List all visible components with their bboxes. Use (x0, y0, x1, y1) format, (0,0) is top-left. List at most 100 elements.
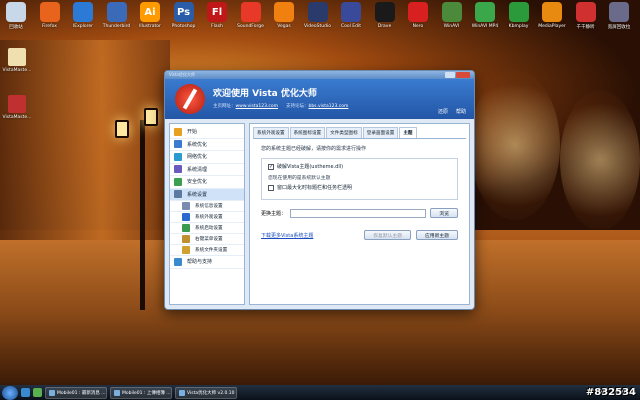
desktop-icon[interactable]: Drave (369, 0, 401, 36)
forum-url-link[interactable]: bbs.vista123.com (308, 104, 348, 109)
desktop-icon[interactable]: Cool Edit (335, 0, 367, 36)
download-themes-link[interactable]: 下载更多Vista系统主题 (261, 232, 313, 239)
tab[interactable]: 系统外观设置 (253, 127, 289, 138)
sidebar-item[interactable]: 系统清理 (170, 164, 244, 176)
taskbar-button[interactable]: Vista优化大师 v2.0.10 (175, 386, 237, 399)
desktop-icon-label: SoundForge (237, 24, 264, 29)
restore-default-theme-button[interactable]: 恢复默认主题 (364, 230, 411, 240)
sidebar-item[interactable]: 右键菜单设置 (170, 234, 244, 245)
desktop-icon-label: Thunderbird (102, 24, 131, 29)
quicklaunch-ie-icon[interactable] (21, 388, 30, 397)
desktop-icon[interactable]: VistaMaste... (2, 95, 32, 120)
theme-path-input[interactable] (290, 208, 427, 218)
wallpaper-lamp (144, 108, 158, 126)
desktop-icon[interactable]: VistaMaste... (2, 48, 32, 73)
desktop-icon[interactable]: Thunderbird (101, 0, 133, 36)
desktop-icon[interactable]: 千千静听 (570, 0, 602, 36)
app-icon (542, 2, 562, 22)
app-icon (341, 2, 361, 22)
sidebar-item-label: 系统设置 (187, 191, 208, 198)
recovery-button[interactable]: 还原 (438, 108, 448, 115)
sidebar-item[interactable]: 系统信息设置 (170, 201, 244, 212)
apply-theme-button[interactable]: 应用新主题 (416, 230, 458, 240)
quicklaunch-desktop-icon[interactable] (33, 388, 42, 397)
sidebar-item[interactable]: 开始 (170, 126, 244, 139)
sidebar-item[interactable]: 系统外观设置 (170, 212, 244, 223)
app-icon (609, 2, 629, 22)
desktop-icon-label: Nero (412, 24, 424, 29)
desktop-icon[interactable]: Ps Photoshop (168, 0, 200, 36)
theme-actions: 下载更多Vista系统主题 恢复默认主题 应用新主题 (261, 230, 458, 240)
desktop-icon[interactable]: VideoStudio (302, 0, 334, 36)
forum-url-label: 支持论坛： (285, 104, 309, 109)
desktop-icon[interactable]: MediaPlayer (536, 0, 568, 36)
app-icon (508, 2, 529, 22)
close-button[interactable] (456, 72, 470, 78)
crack-theme-label: 破解Vista主题(uxtheme.dll) (277, 164, 344, 170)
tab[interactable]: 登录画面设置 (362, 127, 399, 138)
desktop-icon[interactable]: WinAVI MP4 (469, 0, 501, 36)
desktop-icon[interactable]: Fl Flash (201, 0, 233, 36)
app-icon (441, 2, 462, 22)
crack-theme-row[interactable]: ✓ 破解Vista主题(uxtheme.dll) (268, 163, 451, 170)
sidebar-item-icon (182, 246, 190, 254)
forum-url-group: 支持论坛：bbs.vista123.com (286, 103, 348, 109)
desktop-icon[interactable]: IExplorer (67, 0, 99, 36)
taskbar-button-label: Mobile01 : 最新消息 ... (57, 390, 106, 396)
app-icon (106, 2, 127, 22)
desktop-icon[interactable]: Vegas (268, 0, 300, 36)
desktop-icon[interactable]: Kbmplay (503, 0, 535, 36)
sidebar-item[interactable]: 安全优化 (170, 176, 244, 189)
transparent-taskbar-row[interactable]: 窗口最大化时标题栏和任务栏透明 (268, 184, 451, 191)
sidebar-item[interactable]: 系统文件夹设置 (170, 245, 244, 256)
sidebar-item[interactable]: 系统优化 (170, 139, 244, 151)
desktop-icon[interactable]: WinAVI (436, 0, 468, 36)
tab[interactable]: 主题 (399, 127, 417, 138)
browse-button[interactable]: 浏览 (430, 208, 458, 218)
sidebar-item-icon (182, 224, 190, 232)
file-icon (8, 95, 26, 113)
sidebar-item[interactable]: 系统启动设置 (170, 223, 244, 234)
start-orb-button[interactable] (2, 385, 18, 400)
desktop-icon[interactable]: Nero (402, 0, 434, 36)
watermark: #832534 (585, 387, 636, 398)
sidebar-item[interactable]: 帮助与支持 (170, 256, 244, 269)
vista-optimizer-window: Vista优化大师 欢迎使用 Vista 优化大师 主页网址：www.vista… (164, 70, 475, 310)
sidebar-item-label: 右键菜单设置 (195, 237, 223, 242)
current-theme-note: 您现在使用的是系统默认主题 (268, 176, 331, 181)
sidebar-item-label: 系统外观设置 (195, 215, 223, 220)
taskbar-button[interactable]: Mobile01 : 上傳相簿 ... (110, 386, 172, 399)
desktop-icon[interactable]: 回收站 (0, 0, 32, 36)
desktop-icon[interactable]: Firefox (34, 0, 66, 36)
sidebar-item-icon (174, 190, 182, 199)
tab[interactable]: 文件类型图标 (326, 127, 362, 138)
change-theme-row: 更换主题： 浏览 (261, 208, 458, 218)
sidebar-item-icon (174, 127, 182, 136)
sidebar-item[interactable]: 系统设置 (170, 188, 244, 201)
sidebar-item[interactable]: 网络优化 (170, 151, 244, 164)
desktop-icon[interactable]: Ai Illustrator (134, 0, 166, 36)
theme-options-group: ✓ 破解Vista主题(uxtheme.dll) 您现在使用的是系统默认主题 窗… (261, 158, 458, 200)
app-logo-icon (175, 84, 205, 114)
help-button[interactable]: 帮助 (456, 108, 466, 115)
wallpaper-lamp-post (140, 120, 145, 310)
window-titlebar[interactable]: Vista优化大师 (165, 71, 474, 79)
desktop-icon-label: Flash (211, 24, 223, 29)
sidebar-item-icon (174, 140, 182, 149)
app-icon (374, 2, 395, 22)
desktop-icon-label: MediaPlayer (538, 24, 566, 29)
minimize-button[interactable] (445, 72, 455, 78)
transparent-taskbar-checkbox[interactable] (268, 184, 274, 191)
taskbar-button-label: Vista优化大师 v2.0.10 (187, 390, 235, 396)
home-url-link[interactable]: www.vista123.com (236, 104, 278, 109)
sidebar: 开始 系统优化 网络优化 系统清理 安全优化系统设置系统信息设置系统外观设置系统启动设置… (169, 123, 245, 305)
desktop-icon[interactable]: SoundForge (235, 0, 267, 36)
crack-theme-checkbox[interactable]: ✓ (268, 163, 274, 170)
tab[interactable]: 系统图标设置 (289, 127, 326, 138)
desktop-icon-bar: 回收站 Firefox IExplorer Thunderbird Ai Illustra… (0, 0, 640, 36)
desktop-icon[interactable]: 宽屏回收拉 (603, 0, 635, 36)
taskbar-button[interactable]: Mobile01 : 最新消息 ... (45, 386, 107, 399)
desktop-icon-label: Drave (377, 24, 392, 29)
desktop-icon-label: Illustrator (139, 24, 161, 29)
desktop-icon-label: 千千静听 (576, 25, 595, 30)
